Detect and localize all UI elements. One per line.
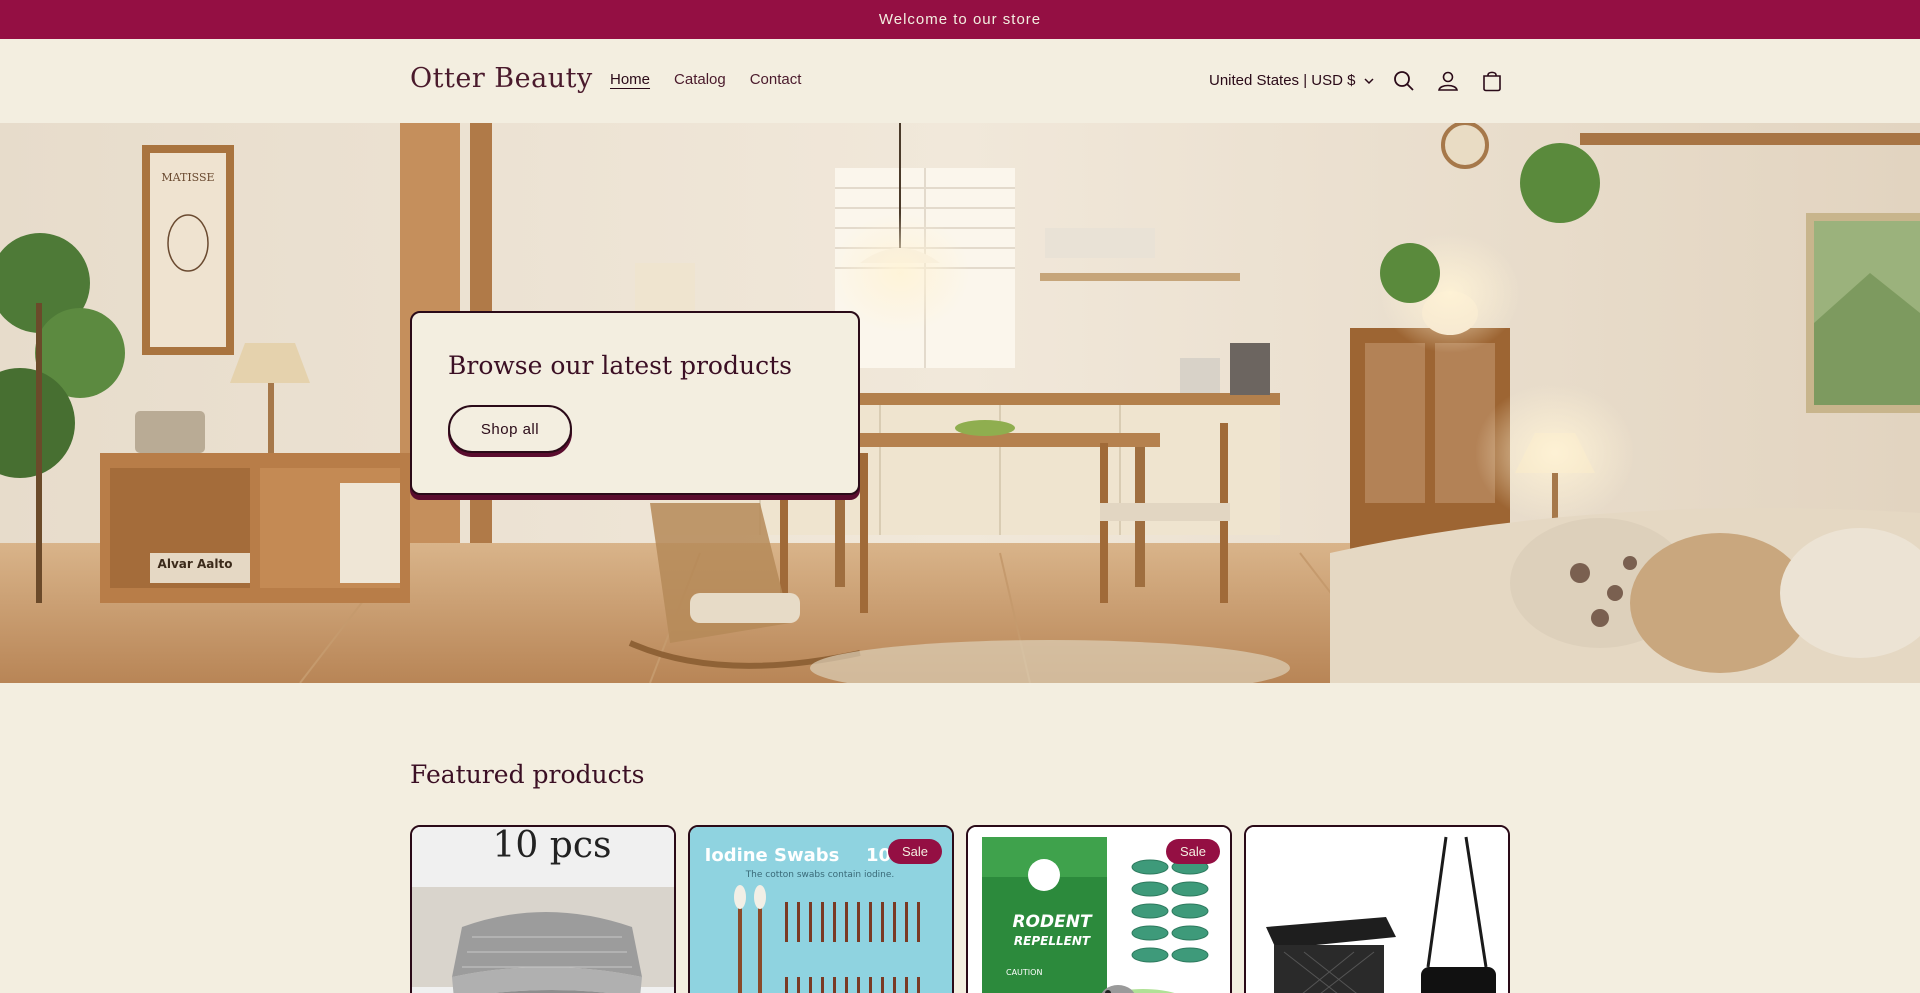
product-image [1246, 827, 1508, 993]
announcement-text: Welcome to our store [878, 11, 1042, 28]
product-image: 10 pcs [412, 827, 674, 993]
poster-title: MATISSE [161, 171, 214, 184]
site-header: Otter Beauty Home Catalog Contact United… [0, 39, 1920, 123]
product-image-caution: CAUTION [1006, 968, 1042, 977]
country-currency-selector[interactable]: United States | USD $ [1209, 72, 1375, 89]
shop-all-button[interactable]: Shop all [448, 405, 572, 453]
chevron-down-icon [1364, 77, 1374, 84]
main-nav: Home Catalog Contact [610, 71, 801, 88]
sale-badge: Sale [887, 839, 942, 864]
locale-label: United States | USD $ [1209, 72, 1356, 89]
book-title: Alvar Aalto [158, 557, 233, 571]
store-logo[interactable]: Otter Beauty [410, 63, 593, 94]
search-icon[interactable] [1392, 69, 1416, 93]
featured-products-title: Featured products [410, 760, 645, 789]
hero-banner: MATISSE Alvar Aalto Browse our latest pr… [0, 123, 1920, 683]
product-card[interactable]: RODENT REPELLENT CAUTION Sale [966, 825, 1232, 993]
product-image-text: 10 pcs [493, 827, 612, 866]
product-image-text: Iodine Swabs [705, 845, 840, 866]
cart-icon[interactable] [1480, 69, 1504, 93]
account-icon[interactable] [1436, 69, 1460, 93]
hero-title: Browse our latest products [448, 351, 792, 380]
product-image-text: RODENT [1012, 912, 1092, 932]
nav-catalog[interactable]: Catalog [674, 71, 726, 88]
nav-contact[interactable]: Contact [750, 71, 802, 88]
sale-badge: Sale [1165, 839, 1220, 864]
announcement-bar: Welcome to our store [0, 0, 1920, 39]
product-card[interactable] [1244, 825, 1510, 993]
product-card[interactable]: 10 pcs [410, 825, 676, 993]
hero-text-card: Browse our latest products Shop all [410, 311, 860, 495]
hero-image: MATISSE Alvar Aalto [0, 123, 1920, 683]
product-image-subtext: REPELLENT [1014, 934, 1091, 948]
product-image-subtext: The cotton swabs contain iodine. [745, 870, 895, 880]
product-card[interactable]: Iodine Swabs 100 The cotton swabs contai… [688, 825, 954, 993]
nav-home[interactable]: Home [610, 71, 650, 88]
